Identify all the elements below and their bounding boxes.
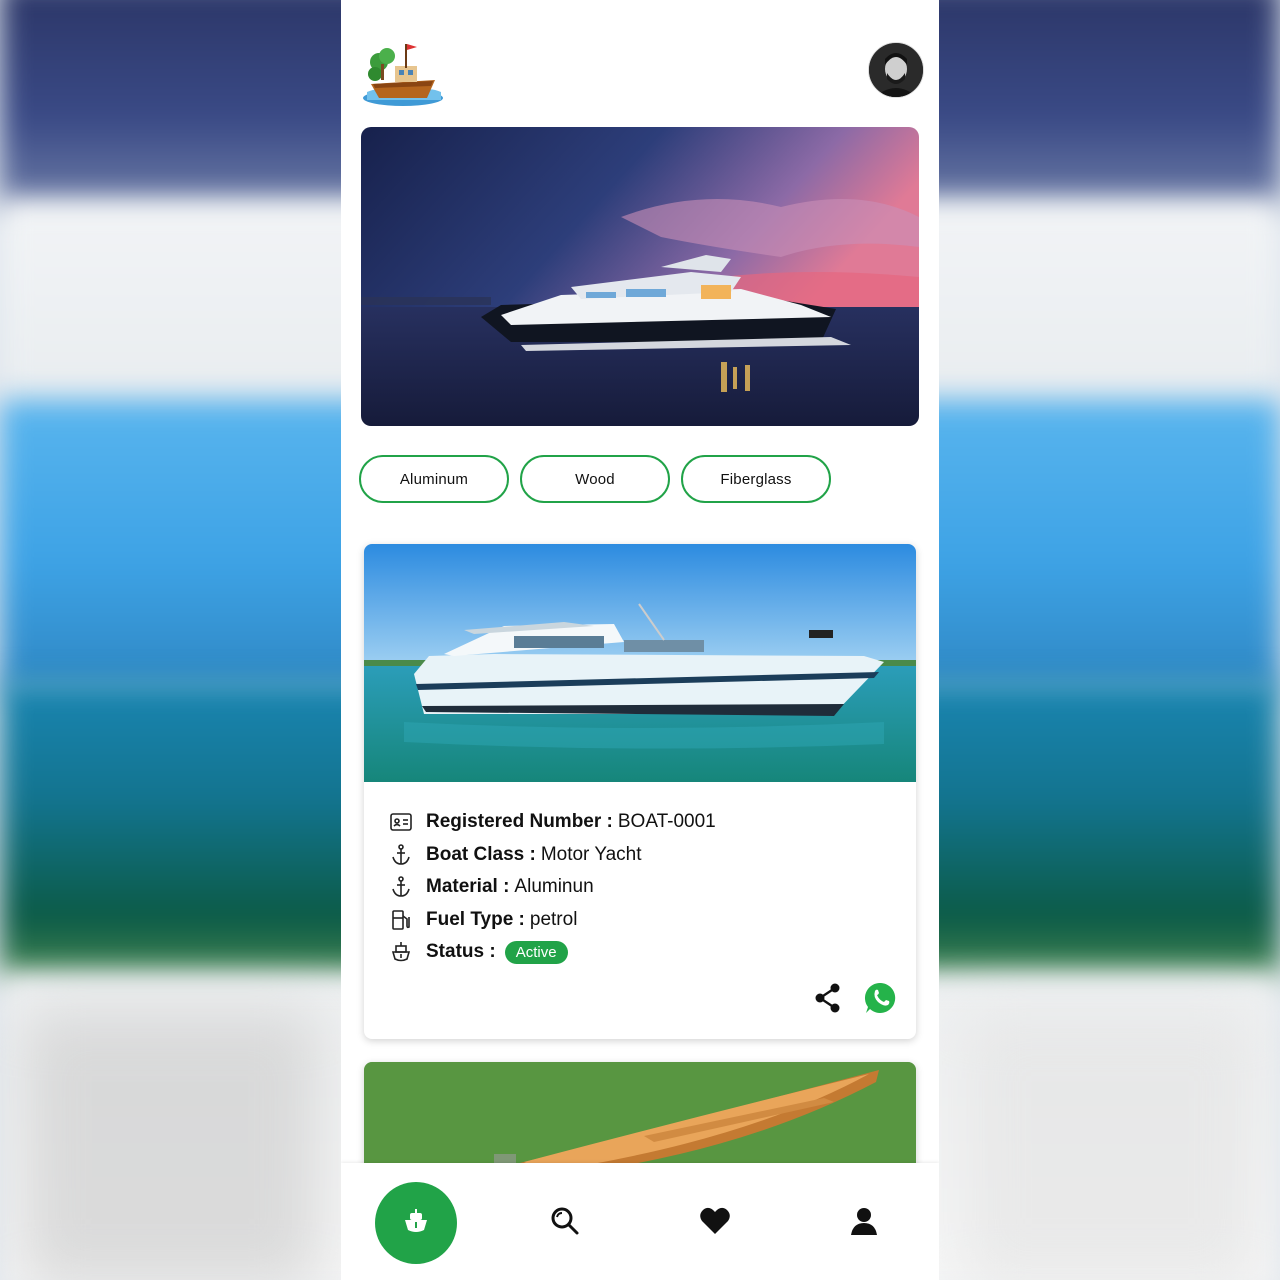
hero-banner[interactable] xyxy=(361,127,919,426)
user-icon xyxy=(849,1206,879,1240)
heart-icon xyxy=(699,1206,731,1240)
detail-boat-class: Boat Class : Motor Yacht xyxy=(389,839,716,872)
detail-registered-number: Registered Number : BOAT-0001 xyxy=(389,806,716,839)
detail-status: Status : Active xyxy=(389,936,716,969)
motor-yacht-on-water-photo xyxy=(364,544,916,782)
boat-listing-card[interactable]: Registered Number : BOAT-0001 Boat Class… xyxy=(364,544,916,1039)
top-bar xyxy=(341,0,939,120)
detail-label: Boat Class : xyxy=(426,843,536,865)
anchor-icon xyxy=(389,843,413,867)
anchor-icon xyxy=(389,875,413,899)
listing-details: Registered Number : BOAT-0001 Boat Class… xyxy=(389,806,716,969)
detail-label: Material : xyxy=(426,876,510,898)
app-screen: Aluminum Wood Fiberglass Registered Numb… xyxy=(341,0,939,1280)
detail-label: Fuel Type : xyxy=(426,908,525,930)
nav-profile-button[interactable] xyxy=(849,1208,879,1238)
detail-label: Status : xyxy=(426,941,496,963)
boat-island-logo-icon[interactable] xyxy=(361,36,445,108)
nav-favorites-button[interactable] xyxy=(699,1206,731,1240)
status-badge: Active xyxy=(504,940,568,964)
bottom-nav xyxy=(341,1163,939,1280)
chip-wood[interactable]: Wood xyxy=(520,455,670,503)
detail-value: Motor Yacht xyxy=(540,843,642,865)
chip-fiberglass[interactable]: Fiberglass xyxy=(681,455,831,503)
detail-value: petrol xyxy=(529,908,578,930)
detail-label: Registered Number : xyxy=(426,811,613,833)
user-avatar[interactable] xyxy=(868,42,924,98)
nav-home-button[interactable] xyxy=(375,1182,457,1264)
search-icon xyxy=(550,1206,580,1240)
listing-actions xyxy=(814,981,898,1019)
detail-value: Aluminun xyxy=(514,876,594,898)
boat-icon xyxy=(401,1206,431,1240)
ship-icon xyxy=(389,940,413,964)
detail-value: BOAT-0001 xyxy=(617,811,716,833)
whatsapp-icon[interactable] xyxy=(864,981,898,1019)
id-card-icon xyxy=(389,810,413,834)
share-icon[interactable] xyxy=(814,983,842,1017)
nav-search-button[interactable] xyxy=(550,1206,580,1240)
chip-aluminum[interactable]: Aluminum xyxy=(359,455,509,503)
detail-material: Material : Aluminun xyxy=(389,871,716,904)
fuel-pump-icon xyxy=(389,908,413,932)
detail-fuel-type: Fuel Type : petrol xyxy=(389,904,716,937)
